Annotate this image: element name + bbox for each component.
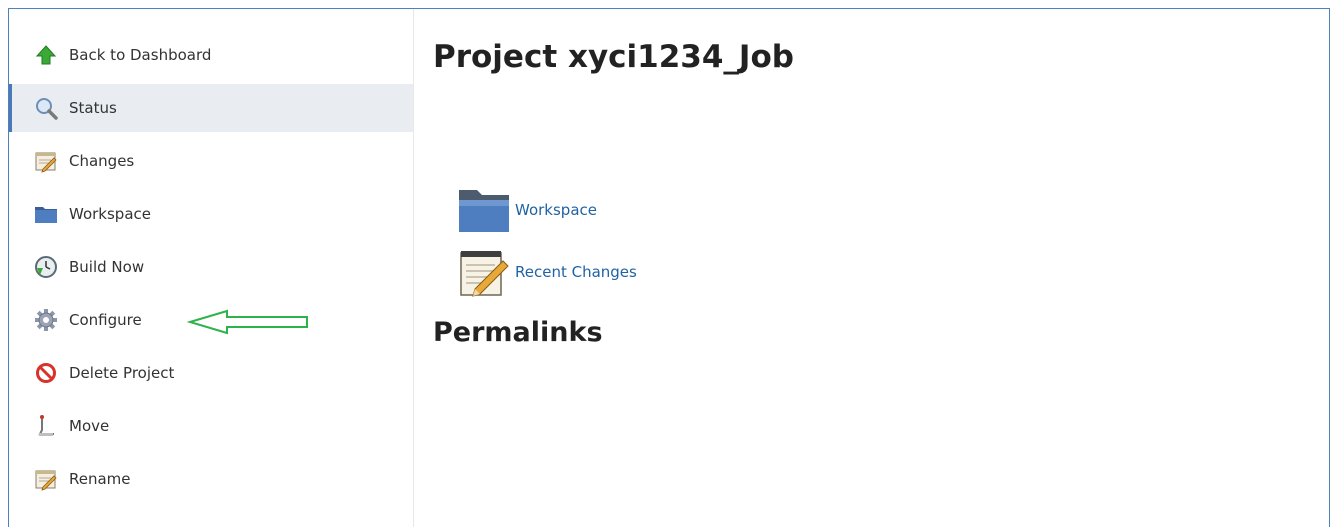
- jenkins-window: Back to Dashboard Status Changes Workspa…: [8, 8, 1330, 527]
- sidebar-item-rename[interactable]: Rename: [9, 455, 413, 503]
- sidebar-item-label: Build Now: [69, 258, 145, 276]
- sidebar: Back to Dashboard Status Changes Workspa…: [9, 9, 414, 527]
- sidebar-item-build-now[interactable]: Build Now: [9, 243, 413, 291]
- notepad-icon: [34, 149, 58, 173]
- workspace-link[interactable]: Workspace: [455, 181, 597, 239]
- clock-play-icon: [34, 255, 58, 279]
- no-entry-icon: [34, 361, 58, 385]
- gear-icon: [34, 308, 58, 332]
- sidebar-item-label: Delete Project: [69, 364, 175, 382]
- sidebar-item-label: Configure: [69, 311, 142, 329]
- folder-icon: [455, 181, 513, 239]
- sidebar-item-label: Changes: [69, 152, 135, 170]
- sidebar-item-move[interactable]: Move: [9, 402, 413, 450]
- sidebar-item-label: Back to Dashboard: [69, 46, 212, 64]
- up-arrow-icon: [34, 43, 58, 67]
- sidebar-item-back-to-dashboard[interactable]: Back to Dashboard: [9, 31, 413, 79]
- sidebar-item-label: Move: [69, 417, 110, 435]
- sidebar-item-workspace[interactable]: Workspace: [9, 190, 413, 238]
- sidebar-item-label: Rename: [69, 470, 131, 488]
- page-title: Project xyci1234_Job: [433, 39, 794, 75]
- recent-changes-link-label[interactable]: Recent Changes: [515, 263, 637, 281]
- folder-icon: [34, 202, 58, 226]
- notepad-icon: [34, 467, 58, 491]
- notepad-icon: [455, 243, 513, 301]
- sidebar-item-label: Status: [69, 99, 117, 117]
- sidebar-item-status[interactable]: Status: [9, 84, 413, 132]
- annotation-arrow-icon: [187, 309, 308, 335]
- magnifier-icon: [34, 96, 58, 120]
- recent-changes-link[interactable]: Recent Changes: [455, 243, 637, 301]
- sidebar-item-label: Workspace: [69, 205, 151, 223]
- workspace-link-label[interactable]: Workspace: [515, 201, 597, 219]
- sidebar-item-delete-project[interactable]: Delete Project: [9, 349, 413, 397]
- sidebar-item-changes[interactable]: Changes: [9, 137, 413, 185]
- permalinks-heading: Permalinks: [433, 317, 603, 348]
- main-panel: Project xyci1234_Job Workspace Recent Ch…: [415, 9, 1329, 527]
- move-icon: [34, 414, 58, 438]
